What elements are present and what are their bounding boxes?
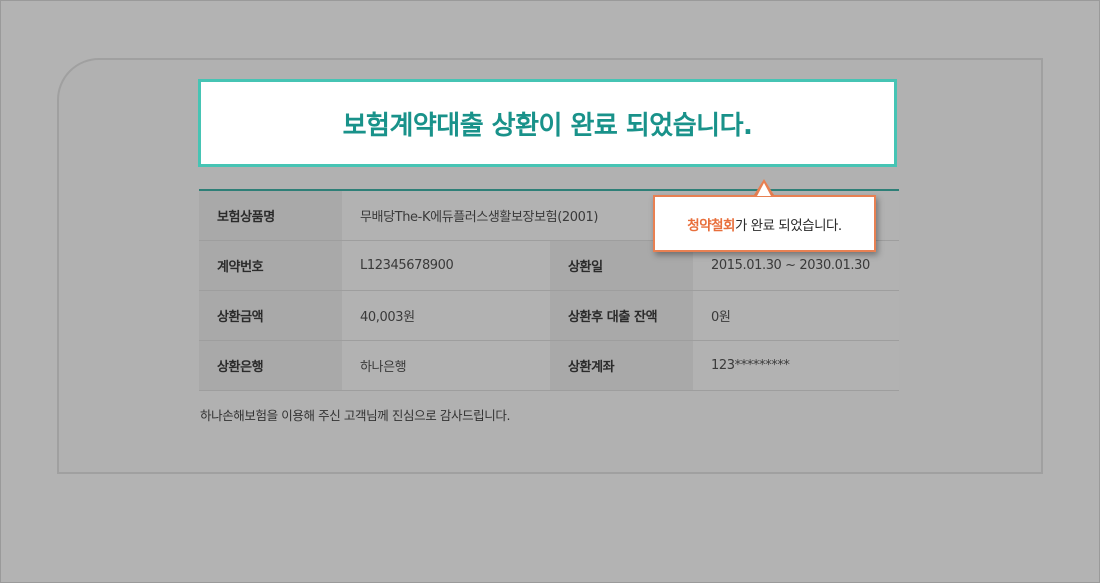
repayment-amount-label: 상환금액 [199,290,342,341]
completion-message: 보험계약대출 상환이 완료 되었습니다. [342,110,753,141]
table-row: 상환금액 40,003원 상환후 대출 잔액 0원 [199,290,899,341]
repayment-bank-label: 상환은행 [199,340,342,391]
completion-banner: 보험계약대출 상환이 완료 되었습니다. [198,79,897,167]
tooltip-text: 가 완료 되었습니다. [734,217,842,234]
repayment-account-value: 123********* [693,340,899,391]
remaining-balance-value: 0원 [693,290,899,341]
table-row: 상환은행 하나은행 상환계좌 123********* [199,340,899,391]
repayment-amount-value: 40,003원 [342,290,550,341]
thank-you-message: 하나손해보험을 이용해 주신 고객님께 진심으로 감사드립니다. [200,408,511,423]
contract-number-label: 계약번호 [199,240,342,291]
product-name-label: 보험상품명 [199,190,342,241]
cancellation-tooltip: 청약철회 가 완료 되었습니다. [653,195,876,252]
repayment-bank-value: 하나은행 [342,340,550,391]
tooltip-highlight: 청약철회 [687,217,735,234]
contract-number-value: L12345678900 [342,240,550,291]
repayment-account-label: 상환계좌 [550,340,693,391]
tooltip-arrow-fill [757,183,771,196]
remaining-balance-label: 상환후 대출 잔액 [550,290,693,341]
